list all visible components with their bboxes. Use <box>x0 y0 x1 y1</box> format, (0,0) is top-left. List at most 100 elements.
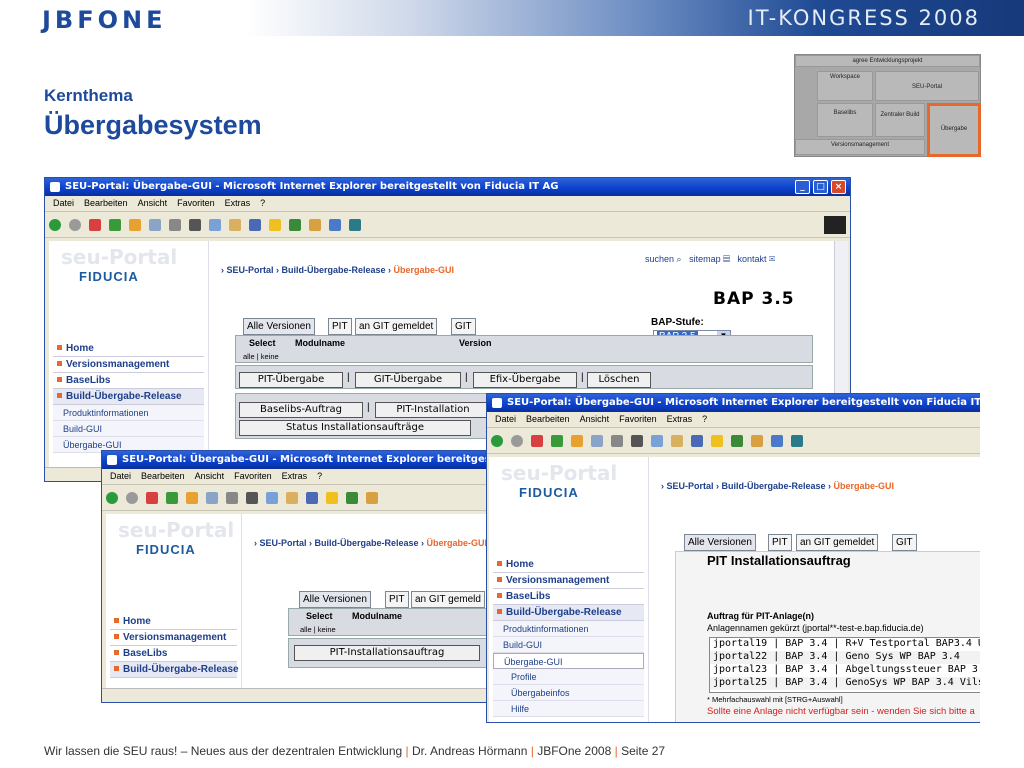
back-icon[interactable] <box>491 435 503 447</box>
nav-hilfe[interactable]: Hilfe <box>493 701 644 717</box>
crumb-seu-portal[interactable]: SEU-Portal <box>260 538 307 548</box>
list-item[interactable]: jportal25 | BAP 3.4 | GenoSys WP BAP 3.4… <box>710 677 980 690</box>
nav-uebergabe-gui[interactable]: Übergabe-GUI <box>493 653 644 669</box>
alle-keine-links[interactable]: alle | keine <box>243 352 279 361</box>
pit-installationsauftrag-button[interactable]: PIT-Installationsauftrag <box>294 645 480 661</box>
home-icon[interactable] <box>571 435 583 447</box>
menu-datei[interactable]: Datei <box>110 471 131 481</box>
tab-alle-versionen[interactable]: Alle Versionen <box>684 534 756 551</box>
print-icon[interactable] <box>611 435 623 447</box>
maximize-button[interactable]: □ <box>813 180 828 194</box>
alle-keine-links[interactable]: alle | keine <box>300 625 336 634</box>
menu-help[interactable]: ? <box>260 198 265 208</box>
menu-ansicht[interactable]: Ansicht <box>580 414 610 424</box>
kontakt-link[interactable]: kontakt <box>737 254 766 264</box>
nav-produktinformationen[interactable]: Produktinformationen <box>493 621 644 637</box>
menu-extras[interactable]: Extras <box>225 198 251 208</box>
favorites-icon[interactable] <box>269 219 281 231</box>
menu-ansicht[interactable]: Ansicht <box>138 198 168 208</box>
nav-build-gui[interactable]: Build-GUI <box>493 637 644 653</box>
tab-an-git-gemeldet[interactable]: an GIT gemeld <box>411 591 485 608</box>
paste-icon[interactable] <box>671 435 683 447</box>
paste-icon[interactable] <box>286 492 298 504</box>
menu-favoriten[interactable]: Favoriten <box>619 414 657 424</box>
list-item[interactable]: jportal23 | BAP 3.4 | Abgeltungssteuer B… <box>710 664 980 677</box>
menu-bearbeiten[interactable]: Bearbeiten <box>526 414 570 424</box>
home-icon[interactable] <box>186 492 198 504</box>
favorites-icon[interactable] <box>711 435 723 447</box>
forward-icon[interactable] <box>126 492 138 504</box>
copy-icon[interactable] <box>266 492 278 504</box>
crumb-seu-portal[interactable]: SEU-Portal <box>667 481 714 491</box>
forward-icon[interactable] <box>69 219 81 231</box>
nav-build-gui[interactable]: Build-GUI <box>53 421 204 437</box>
crumb-build[interactable]: Build-Übergabe-Release <box>282 265 386 275</box>
crumb-seu-portal[interactable]: SEU-Portal <box>227 265 274 275</box>
history-icon[interactable] <box>731 435 743 447</box>
cut-icon[interactable] <box>189 219 201 231</box>
pit-installation-button[interactable]: PIT-Installation <box>375 402 491 418</box>
messenger-icon[interactable] <box>349 219 361 231</box>
tab-alle-versionen[interactable]: Alle Versionen <box>299 591 371 608</box>
search-icon[interactable] <box>306 492 318 504</box>
nav-versionsmanagement[interactable]: Versionsmanagement <box>110 630 237 646</box>
loeschen-button[interactable]: Löschen <box>587 372 651 388</box>
history-icon[interactable] <box>289 219 301 231</box>
nav-build-uebergabe-release[interactable]: Build-Übergabe-Release <box>110 662 239 678</box>
status-installationsauftraege-button[interactable]: Status Installationsaufträge <box>239 420 471 436</box>
edit-icon[interactable] <box>771 435 783 447</box>
nav-build-uebergabe-release[interactable]: Build-Übergabe-Release <box>53 389 204 405</box>
back-icon[interactable] <box>106 492 118 504</box>
copy-icon[interactable] <box>209 219 221 231</box>
tab-git[interactable]: GIT <box>892 534 917 551</box>
forward-icon[interactable] <box>511 435 523 447</box>
history-icon[interactable] <box>346 492 358 504</box>
menu-datei[interactable]: Datei <box>495 414 516 424</box>
menu-favoriten[interactable]: Favoriten <box>177 198 215 208</box>
nav-profile[interactable]: Profile <box>493 669 644 685</box>
menu-favoriten[interactable]: Favoriten <box>234 471 272 481</box>
tab-an-git-gemeldet[interactable]: an GIT gemeldet <box>796 534 879 551</box>
menu-bearbeiten[interactable]: Bearbeiten <box>141 471 185 481</box>
tab-pit[interactable]: PIT <box>328 318 352 335</box>
search-icon[interactable] <box>691 435 703 447</box>
menu-help[interactable]: ? <box>317 471 322 481</box>
cut-icon[interactable] <box>631 435 643 447</box>
minimize-button[interactable]: _ <box>795 180 810 194</box>
paste-icon[interactable] <box>229 219 241 231</box>
nav-build-uebergabe-release[interactable]: Build-Übergabe-Release <box>493 605 644 621</box>
list-item[interactable]: jportal22 | BAP 3.4 | Geno Sys WP BAP 3.… <box>710 651 980 664</box>
baselibs-auftrag-button[interactable]: Baselibs-Auftrag <box>239 402 363 418</box>
suchen-link[interactable]: suchen <box>645 254 674 264</box>
print-preview-icon[interactable] <box>149 219 161 231</box>
crumb-build[interactable]: Build-Übergabe-Release <box>722 481 826 491</box>
mail-icon[interactable] <box>309 219 321 231</box>
refresh-icon[interactable] <box>109 219 121 231</box>
menu-extras[interactable]: Extras <box>667 414 693 424</box>
back-icon[interactable] <box>49 219 61 231</box>
menu-extras[interactable]: Extras <box>282 471 308 481</box>
nav-home[interactable]: Home <box>110 614 237 630</box>
refresh-icon[interactable] <box>166 492 178 504</box>
nav-baselibs[interactable]: BaseLibs <box>110 646 237 662</box>
nav-versionsmanagement[interactable]: Versionsmanagement <box>53 357 204 373</box>
crumb-build[interactable]: Build-Übergabe-Release <box>315 538 419 548</box>
list-item[interactable]: jportal19 | BAP 3.4 | R+V Testportal BAP… <box>710 638 980 651</box>
nav-produktinformationen[interactable]: Produktinformationen <box>53 405 204 421</box>
refresh-icon[interactable] <box>551 435 563 447</box>
messenger-icon[interactable] <box>791 435 803 447</box>
nav-uebergabeinfos[interactable]: Übergabeinfos <box>493 685 644 701</box>
tab-pit[interactable]: PIT <box>768 534 792 551</box>
copy-icon[interactable] <box>651 435 663 447</box>
menu-datei[interactable]: Datei <box>53 198 74 208</box>
edit-icon[interactable] <box>329 219 341 231</box>
nav-versionsmanagement[interactable]: Versionsmanagement <box>493 573 644 589</box>
nav-baselibs[interactable]: BaseLibs <box>53 373 204 389</box>
cut-icon[interactable] <box>246 492 258 504</box>
home-icon[interactable] <box>129 219 141 231</box>
tab-an-git-gemeldet[interactable]: an GIT gemeldet <box>355 318 438 335</box>
print-preview-icon[interactable] <box>206 492 218 504</box>
nav-baselibs[interactable]: BaseLibs <box>493 589 644 605</box>
mail-icon[interactable] <box>751 435 763 447</box>
anlagen-listbox[interactable]: jportal19 | BAP 3.4 | R+V Testportal BAP… <box>709 637 980 693</box>
